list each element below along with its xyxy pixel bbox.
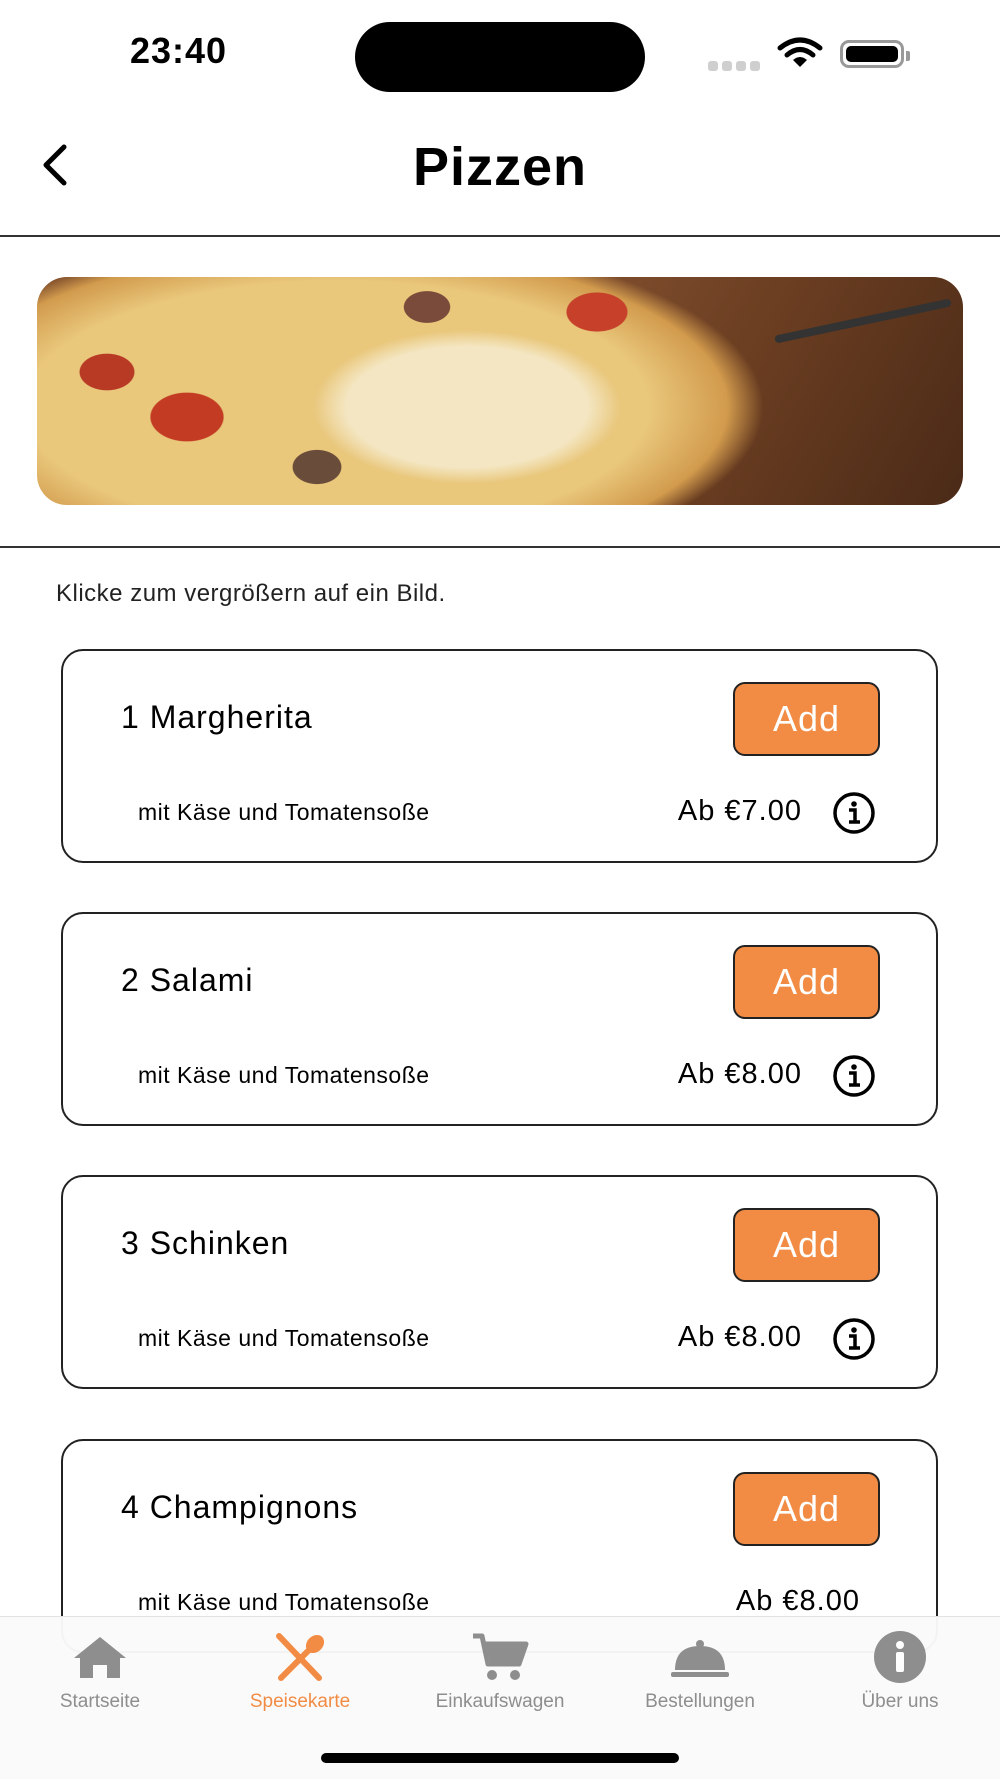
item-description: mit Käse und Tomatensoße <box>138 1325 430 1351</box>
pizza-server-shape <box>774 298 952 344</box>
tab-ueber-uns[interactable]: Über uns <box>800 1627 1000 1713</box>
house-icon <box>0 1627 200 1687</box>
divider <box>0 546 1000 548</box>
info-circle-icon <box>800 1627 1000 1687</box>
tab-einkaufswagen[interactable]: Einkaufswagen <box>400 1627 600 1713</box>
cart-icon <box>400 1627 600 1687</box>
add-button[interactable]: Add <box>733 1208 880 1282</box>
item-description: mit Käse und Tomatensoße <box>138 799 430 825</box>
battery-icon <box>840 40 910 68</box>
home-indicator <box>321 1753 679 1763</box>
status-time: 23:40 <box>130 30 228 71</box>
page-title: Pizzen <box>412 137 588 197</box>
tab-label: Startseite <box>59 1691 141 1712</box>
item-name: 4 Champignons <box>121 1489 359 1525</box>
pizza-banner-image[interactable] <box>37 277 963 505</box>
tab-label: Einkaufswagen <box>435 1691 565 1712</box>
menu-item-card[interactable]: 1 Margherita Add mit Käse und Tomatensoß… <box>61 649 938 863</box>
tab-bestellungen[interactable]: Bestellungen <box>600 1627 800 1713</box>
status-bar: 23:40 <box>0 0 1000 110</box>
item-name: 2 Salami <box>121 962 254 998</box>
add-button[interactable]: Add <box>733 1472 880 1546</box>
item-name: 1 Margherita <box>121 699 313 735</box>
signal-icon <box>708 58 764 76</box>
tab-startseite[interactable]: Startseite <box>0 1627 200 1713</box>
item-price: Ab €8.00 <box>677 1058 802 1090</box>
item-price: Ab €8.00 <box>735 1585 860 1617</box>
info-icon[interactable] <box>832 1317 876 1361</box>
navigation-bar: Pizzen <box>0 110 1000 237</box>
info-icon[interactable] <box>832 1054 876 1098</box>
info-icon[interactable] <box>832 791 876 835</box>
item-name: 3 Schinken <box>121 1225 290 1261</box>
item-price: Ab €8.00 <box>677 1321 802 1353</box>
cloche-icon <box>600 1627 800 1687</box>
item-description: mit Käse und Tomatensoße <box>138 1589 430 1615</box>
menu-item-card[interactable]: 2 Salami Add mit Käse und Tomatensoße Ab… <box>61 912 938 1126</box>
dynamic-island <box>355 22 645 92</box>
add-button[interactable]: Add <box>733 682 880 756</box>
add-button[interactable]: Add <box>733 945 880 1019</box>
tab-speisekarte[interactable]: Speisekarte <box>200 1627 400 1713</box>
tab-label: Bestellungen <box>645 1691 755 1712</box>
tab-label: Über uns <box>861 1691 939 1712</box>
tab-label: Speisekarte <box>249 1691 351 1712</box>
item-description: mit Käse und Tomatensoße <box>138 1062 430 1088</box>
spoon-knife-icon <box>200 1627 400 1687</box>
hint-text: Klicke zum vergrößern auf ein Bild. <box>56 580 446 607</box>
menu-item-card[interactable]: 3 Schinken Add mit Käse und Tomatensoße … <box>61 1175 938 1389</box>
wifi-icon <box>776 36 824 75</box>
item-price: Ab €7.00 <box>677 795 802 827</box>
